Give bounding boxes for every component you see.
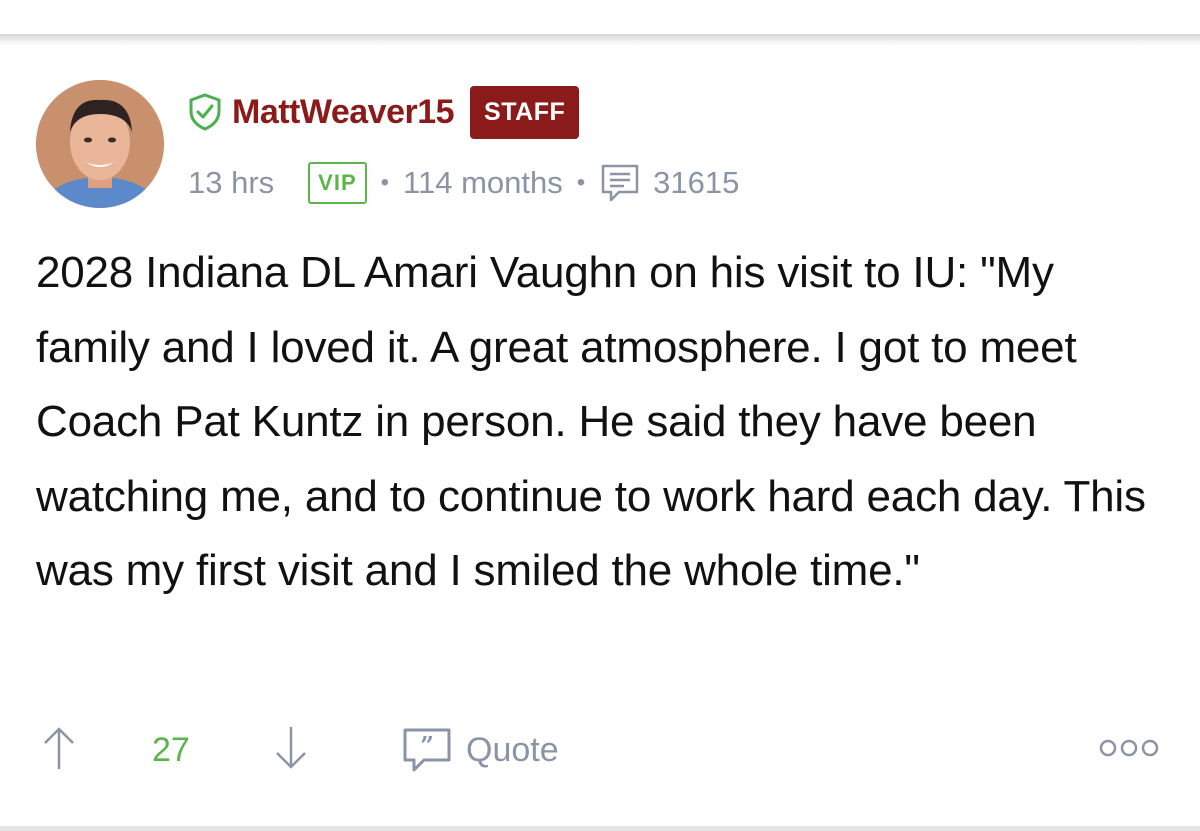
post-bottom-border <box>0 826 1200 831</box>
quote-button[interactable]: ” Quote <box>402 720 559 780</box>
meta-separator: • <box>380 169 390 196</box>
member-duration: 114 months <box>403 165 563 200</box>
more-options-button[interactable] <box>1098 720 1160 780</box>
vip-badge: VIP <box>308 162 367 204</box>
vote-count: 27 <box>152 730 190 769</box>
quote-bubble-icon: ” <box>403 728 451 772</box>
post-divider <box>0 34 1200 46</box>
arrow-up-icon <box>40 725 78 776</box>
quote-label: Quote <box>466 730 559 769</box>
svg-text:”: ” <box>420 731 434 760</box>
more-options-icon <box>1098 736 1160 765</box>
post-body: 2028 Indiana DL Amari Vaughn on his visi… <box>36 248 1146 595</box>
author-username[interactable]: MattWeaver15 <box>232 93 455 132</box>
meta-separator: • <box>576 169 586 196</box>
downvote-button[interactable] <box>272 720 310 780</box>
staff-badge: STAFF <box>470 85 580 139</box>
shield-check-icon <box>188 93 222 131</box>
previous-post-edge <box>0 0 1200 34</box>
upvote-button[interactable] <box>40 720 78 780</box>
post-meta: 13 hrs VIP • 114 months • 31615 <box>188 158 739 208</box>
post-count: 31615 <box>653 165 740 200</box>
avatar[interactable] <box>36 80 164 208</box>
author-row: MattWeaver15 STAFF <box>188 82 580 142</box>
post-actions: 27 ” Quote <box>0 720 1200 780</box>
message-count-icon <box>599 162 641 204</box>
arrow-down-icon <box>272 725 310 776</box>
timestamp[interactable]: 13 hrs <box>188 165 274 201</box>
